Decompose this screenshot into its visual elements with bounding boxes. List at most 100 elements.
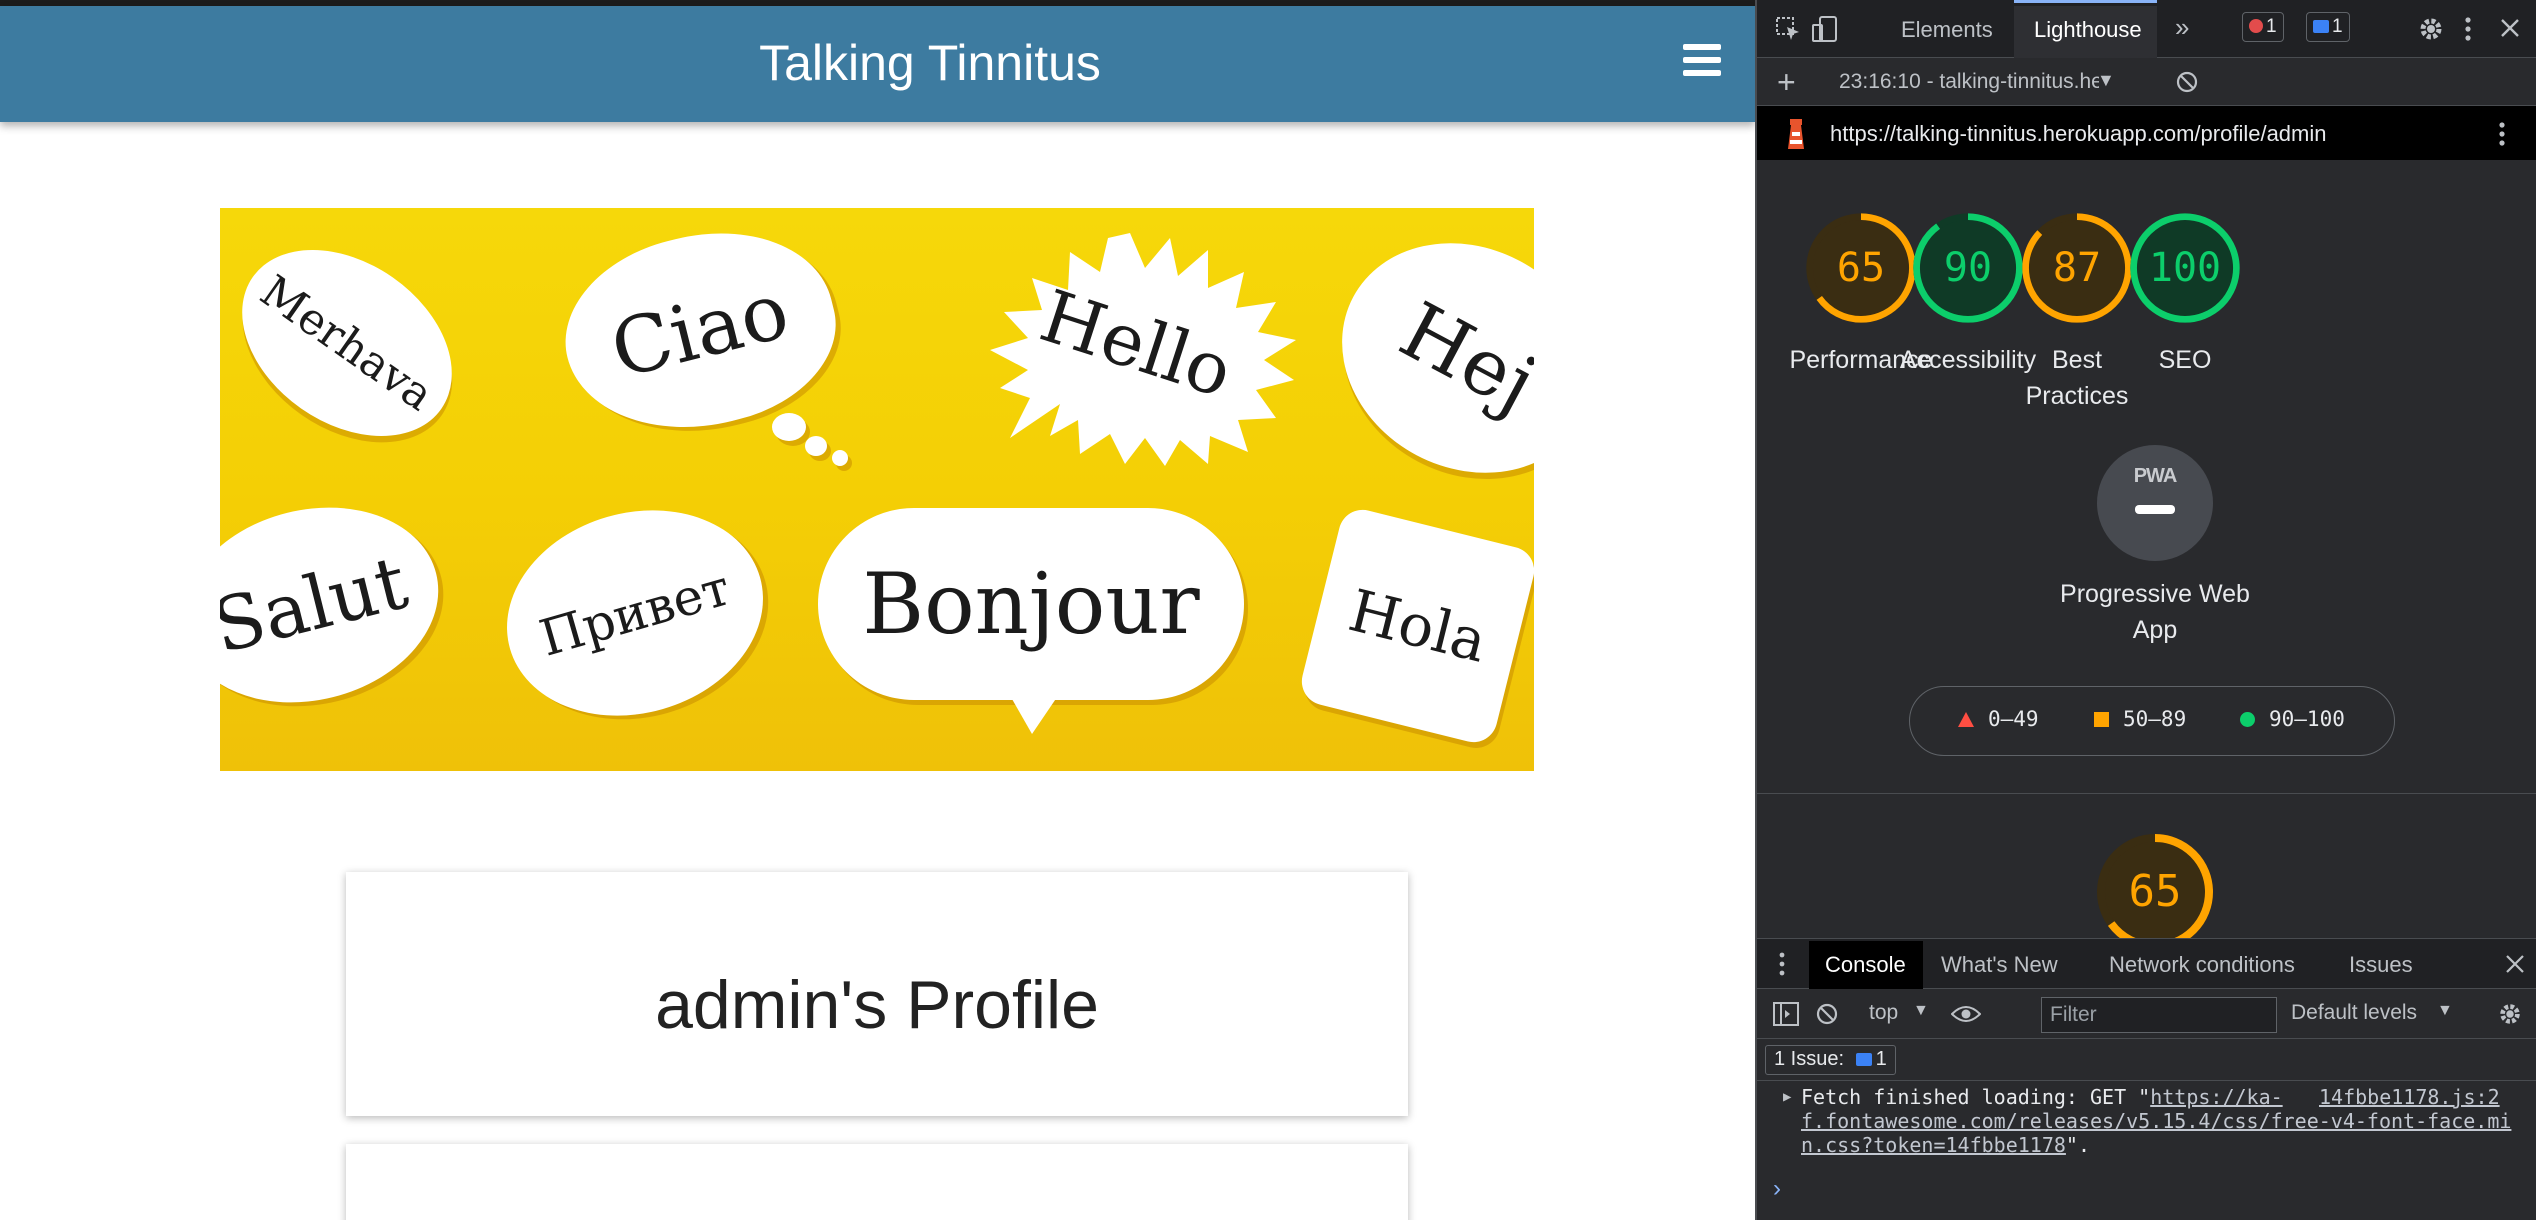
pwa-badge[interactable]: PWA <box>2097 445 2213 561</box>
log-source-link[interactable]: 14fbbe1178.js:2 <box>2319 1085 2500 1109</box>
report-url[interactable]: https://talking-tinnitus.herokuapp.com/p… <box>1830 121 2326 147</box>
drawer-menu-icon[interactable] <box>1777 951 1787 977</box>
site-title[interactable]: Talking Tinnitus <box>0 34 1755 92</box>
message-count: 1 <box>2332 16 2343 37</box>
bubble-salut: Salut <box>220 481 460 729</box>
log-suffix: ". <box>2065 1133 2090 1157</box>
bubble-tail <box>1000 678 1070 734</box>
hero-word: Salut <box>220 539 416 671</box>
bubble-merhava: Merhava <box>220 211 488 475</box>
score-gauge-accessibility[interactable]: 90 <box>1910 210 2026 326</box>
live-expression-eye-icon[interactable] <box>1951 1005 1981 1023</box>
hamburger-icon[interactable] <box>1683 44 1721 82</box>
tab-network-conditions[interactable]: Network conditions <box>2109 952 2295 978</box>
issues-row: 1 Issue: 1 <box>1757 1039 2536 1081</box>
console-settings-gear-icon[interactable] <box>2497 1001 2523 1027</box>
issues-count: 1 <box>1875 1048 1887 1070</box>
score-value: 87 <box>2052 245 2102 291</box>
dropdown-arrow-icon[interactable]: ▼ <box>2097 70 2115 91</box>
hero-word: Hola <box>1342 576 1494 676</box>
legend-mid-text: 50–89 <box>2123 707 2187 731</box>
bubble-hola: Hola <box>1296 504 1534 748</box>
lighthouse-logo-icon <box>1788 119 1804 149</box>
log-link-part3[interactable]: n.css?token=14fbbe1178 <box>1801 1133 2066 1157</box>
close-devtools-icon[interactable] <box>2499 17 2521 39</box>
tab-elements[interactable]: Elements <box>1901 17 1993 43</box>
log-levels-dropdown[interactable]: Default levels <box>2291 1001 2417 1025</box>
web-page: Talking Tinnitus Merhava Ciao Hello Hej … <box>0 0 1755 1220</box>
bubble-privet: Привет <box>482 481 788 745</box>
score-gauge-best-practices[interactable]: 87 <box>2019 210 2135 326</box>
log-line-3: n.css?token=14fbbe1178". <box>1801 1133 2090 1157</box>
report-url-bar: https://talking-tinnitus.herokuapp.com/p… <box>1757 106 2536 160</box>
close-drawer-icon[interactable] <box>2505 954 2525 974</box>
tab-issues[interactable]: Issues <box>2349 952 2413 978</box>
report-menu-icon[interactable] <box>2497 120 2507 148</box>
score-gauge-seo[interactable]: 100 <box>2127 210 2243 326</box>
new-report-icon[interactable]: + <box>1777 64 1796 101</box>
hero-word: Ciao <box>602 265 798 397</box>
profile-heading: admin's Profile <box>655 967 1099 1043</box>
performance-large-gauge: 65 <box>2095 832 2215 952</box>
hero-word: Merhava <box>251 265 443 421</box>
tab-console[interactable]: Console <box>1825 952 1906 978</box>
issues-button[interactable]: 1 Issue: 1 <box>1765 1045 1896 1075</box>
legend-low: 0–49 <box>1958 707 2039 731</box>
score-value: 90 <box>1943 245 1993 291</box>
device-toolbar-icon[interactable] <box>1811 15 1839 43</box>
bubble-ciao: Ciao <box>546 208 854 456</box>
message-badge[interactable]: 1 <box>2306 12 2350 42</box>
tab-active-indicator <box>2014 0 2157 3</box>
bubble-hello: Hello <box>990 233 1296 466</box>
more-options-icon[interactable] <box>2463 15 2473 43</box>
score-value: 100 <box>2148 245 2222 291</box>
devtools-tabbar: Elements Lighthouse » 1 1 <box>1757 0 2536 58</box>
bubble-bonjour: Bonjour <box>818 508 1244 700</box>
report-selector[interactable]: 23:16:10 - talking-tinnitus.herc <box>1839 70 2099 94</box>
pwa-badge-text: PWA <box>2133 465 2178 487</box>
levels-dropdown-icon[interactable]: ▼ <box>2437 1002 2453 1020</box>
square-icon <box>2094 712 2109 727</box>
tab-lighthouse[interactable]: Lighthouse <box>2034 17 2142 43</box>
clear-reports-icon[interactable] <box>2175 70 2199 94</box>
hero-image: Merhava Ciao Hello Hej Salut Привет Bonj… <box>220 208 1534 771</box>
console-filter-input[interactable] <box>2041 997 2277 1033</box>
thought-dot <box>805 436 827 456</box>
more-tabs-icon[interactable]: » <box>2175 12 2189 43</box>
expand-arrow-icon[interactable]: ▶ <box>1783 1085 1791 1109</box>
drawer-tabbar: Console What's New Network conditions Is… <box>1757 939 2536 989</box>
settings-gear-icon[interactable] <box>2417 15 2445 43</box>
message-icon <box>2313 20 2329 33</box>
hero-word: Привет <box>533 558 737 668</box>
score-label: SEO <box>2158 346 2212 374</box>
context-dropdown-icon[interactable]: ▼ <box>1913 1002 1929 1020</box>
log-link-part2[interactable]: f.fontawesome.com/releases/v5.15.4/css/f… <box>1801 1109 2511 1133</box>
score-gauge-performance[interactable]: 65 <box>1803 210 1919 326</box>
pwa-dash-icon <box>2135 505 2175 514</box>
score-legend: 0–49 50–89 90–100 <box>1909 686 2395 756</box>
error-icon <box>2249 19 2263 33</box>
console-prompt-icon[interactable]: › <box>1773 1175 1781 1203</box>
navbar: Talking Tinnitus <box>0 6 1755 122</box>
legend-mid: 50–89 <box>2094 707 2186 731</box>
devtools-panel: Elements Lighthouse » 1 1 + 23:16:10 - t… <box>1755 0 2536 1220</box>
context-selector[interactable]: top <box>1869 1001 1898 1025</box>
pwa-label: Progressive Web App <box>2060 580 2250 644</box>
log-link-part1[interactable]: https://ka- <box>2150 1085 2282 1109</box>
score-value: 65 <box>1836 245 1886 291</box>
log-prefix: Fetch finished loading: GET " <box>1801 1085 2151 1109</box>
error-badge[interactable]: 1 <box>2242 12 2284 42</box>
tab-whats-new[interactable]: What's New <box>1941 952 2058 978</box>
legend-low-text: 0–49 <box>1988 707 2039 731</box>
section-divider <box>1757 793 2536 794</box>
console-toolbar: top ▼ Default levels ▼ <box>1757 989 2536 1039</box>
thought-dot <box>832 450 848 466</box>
profile-details-card <box>346 1144 1408 1220</box>
legend-high: 90–100 <box>2240 707 2345 731</box>
sidebar-toggle-icon[interactable] <box>1773 1002 1799 1026</box>
issues-label: 1 Issue: <box>1774 1048 1845 1070</box>
clear-console-icon[interactable] <box>1815 1002 1839 1026</box>
inspect-element-icon[interactable] <box>1775 16 1801 42</box>
thought-dot <box>772 413 806 441</box>
hero-word: Hej <box>1385 285 1534 431</box>
